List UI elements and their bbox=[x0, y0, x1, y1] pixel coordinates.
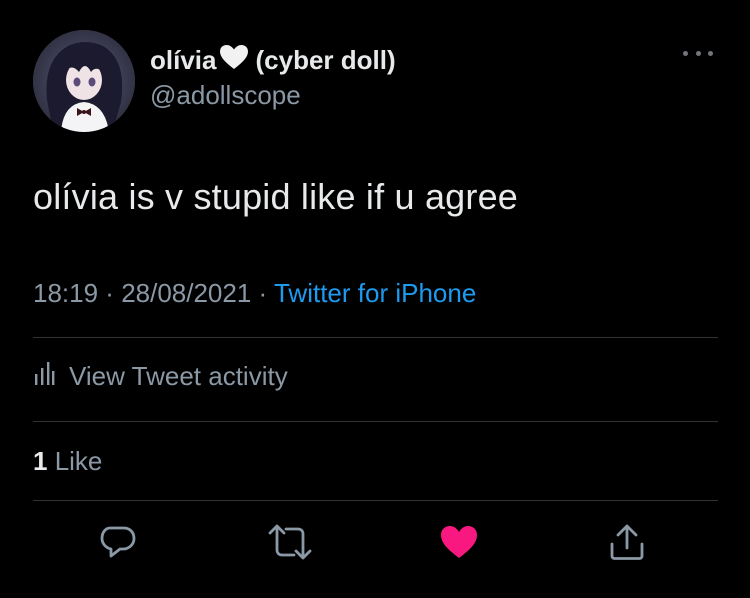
more-icon[interactable] bbox=[683, 47, 713, 59]
white-heart-icon bbox=[219, 44, 249, 77]
more-dot bbox=[708, 50, 713, 56]
likes-count[interactable]: 1 Like bbox=[33, 446, 102, 477]
reply-button[interactable] bbox=[96, 522, 140, 566]
more-dot bbox=[683, 50, 688, 56]
bar-chart-icon bbox=[33, 360, 55, 393]
share-button[interactable] bbox=[605, 522, 649, 566]
avatar-image bbox=[33, 30, 135, 132]
tweet-source[interactable]: Twitter for iPhone bbox=[274, 278, 476, 308]
likes-number: 1 bbox=[33, 446, 48, 476]
divider bbox=[33, 421, 718, 422]
tweet-meta: 18:19 · 28/08/2021 · Twitter for iPhone bbox=[33, 278, 476, 309]
avatar[interactable] bbox=[33, 30, 135, 132]
reply-icon bbox=[98, 522, 138, 567]
user-handle[interactable]: @adollscope bbox=[150, 80, 301, 111]
meta-separator: · bbox=[98, 278, 122, 308]
likes-label: Like bbox=[47, 446, 103, 476]
more-dot bbox=[695, 50, 701, 56]
meta-separator: · bbox=[251, 278, 274, 308]
tweet-date[interactable]: 28/08/2021 bbox=[121, 278, 251, 308]
display-name-suffix: (cyber doll) bbox=[255, 44, 396, 75]
divider bbox=[33, 500, 718, 501]
view-tweet-activity[interactable]: View Tweet activity bbox=[33, 358, 288, 394]
tweet-time[interactable]: 18:19 bbox=[33, 278, 98, 308]
display-name-row[interactable]: olívia (cyber doll) bbox=[150, 44, 396, 76]
display-name: olívia bbox=[150, 44, 217, 75]
share-icon bbox=[607, 522, 647, 567]
divider bbox=[33, 337, 718, 338]
heart-filled-icon bbox=[439, 524, 479, 565]
tweet-text: olívia is v stupid like if u agree bbox=[33, 176, 519, 217]
retweet-button[interactable] bbox=[268, 522, 312, 566]
like-button[interactable] bbox=[437, 522, 481, 566]
view-tweet-activity-label: View Tweet activity bbox=[69, 360, 288, 391]
retweet-icon bbox=[268, 522, 312, 567]
